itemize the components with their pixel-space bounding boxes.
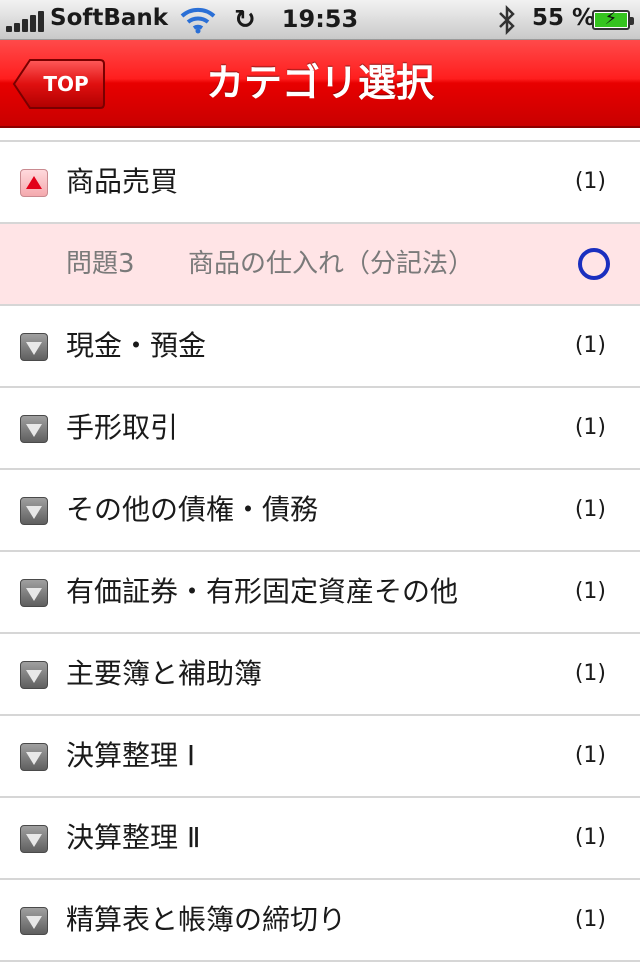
category-row-kessan-seiri-1[interactable]: 決算整理 Ⅰ (1) xyxy=(0,716,640,798)
expand-triangle-icon xyxy=(20,333,48,361)
category-row-shohin-baibai[interactable]: 商品売買 (1) xyxy=(0,142,640,224)
category-row-kessan-seiri-2[interactable]: 決算整理 Ⅱ (1) xyxy=(0,798,640,880)
category-count: (1) xyxy=(574,333,606,358)
expand-triangle-icon xyxy=(20,743,48,771)
category-list: 商品売買 (1) 問題3 商品の仕入れ（分記法） 現金・預金 (1) 手形取引 … xyxy=(0,128,640,962)
bluetooth-icon xyxy=(499,4,515,36)
page-title: カテゴリ選択 xyxy=(205,61,434,105)
expand-triangle-icon xyxy=(20,907,48,935)
top-back-button[interactable]: TOP xyxy=(12,58,106,110)
category-count: (1) xyxy=(574,415,606,440)
list-top-spacer xyxy=(0,128,640,142)
category-count: (1) xyxy=(574,497,606,522)
category-count: (1) xyxy=(574,825,606,850)
category-label: 精算表と帳簿の締切り xyxy=(66,903,347,936)
expand-triangle-icon xyxy=(20,579,48,607)
category-label: 有価証券・有形固定資産その他 xyxy=(66,575,459,608)
category-label: 決算整理 Ⅱ xyxy=(66,821,201,854)
category-row-tegata-torihiki[interactable]: 手形取引 (1) xyxy=(0,388,640,470)
category-count: (1) xyxy=(574,169,606,194)
expand-triangle-icon xyxy=(20,661,48,689)
wifi-icon xyxy=(180,7,216,34)
back-button-label: TOP xyxy=(43,72,89,96)
signal-icon xyxy=(6,10,46,32)
category-row-seisanhyo[interactable]: 精算表と帳簿の締切り (1) xyxy=(0,880,640,962)
battery-percentage: 55 % xyxy=(532,5,596,31)
category-label: その他の債権・債務 xyxy=(66,493,319,526)
category-label: 手形取引 xyxy=(66,411,179,444)
expand-triangle-icon xyxy=(20,825,48,853)
expand-triangle-icon xyxy=(20,415,48,443)
category-count: (1) xyxy=(574,579,606,604)
collapse-triangle-icon xyxy=(20,169,48,197)
carrier-name: SoftBank xyxy=(50,5,169,31)
category-label: 現金・預金 xyxy=(66,329,207,362)
category-label: 決算整理 Ⅰ xyxy=(66,739,196,772)
problem-title: 商品の仕入れ（分記法） xyxy=(188,249,475,279)
expand-triangle-icon xyxy=(20,497,48,525)
sync-icon: ↻ xyxy=(234,5,256,35)
category-row-shuyobo[interactable]: 主要簿と補助簿 (1) xyxy=(0,634,640,716)
category-count: (1) xyxy=(574,743,606,768)
problem-row[interactable]: 問題3 商品の仕入れ（分記法） xyxy=(0,224,640,306)
category-label: 商品売買 xyxy=(66,165,179,198)
category-row-genkin-yokin[interactable]: 現金・預金 (1) xyxy=(0,306,640,388)
category-row-yuka-shoken[interactable]: 有価証券・有形固定資産その他 (1) xyxy=(0,552,640,634)
problem-number: 問題3 xyxy=(66,249,135,279)
category-count: (1) xyxy=(574,907,606,932)
category-row-sonota-saiken[interactable]: その他の債権・債務 (1) xyxy=(0,470,640,552)
battery-charging-icon: ⚡ xyxy=(592,8,634,30)
navigation-bar: TOP カテゴリ選択 xyxy=(0,40,640,128)
category-label: 主要簿と補助簿 xyxy=(66,657,263,690)
category-count: (1) xyxy=(574,661,606,686)
completed-circle-icon xyxy=(578,248,610,280)
status-bar: SoftBank ↻ 19:53 55 % ⚡ xyxy=(0,0,640,40)
